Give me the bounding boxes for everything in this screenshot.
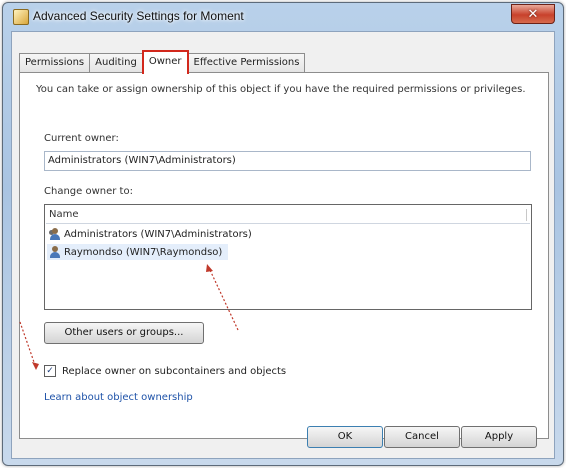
- tab-effective-permissions[interactable]: Effective Permissions: [187, 53, 306, 73]
- current-owner-label: Current owner:: [44, 133, 119, 144]
- group-icon: [49, 228, 61, 240]
- learn-ownership-link[interactable]: Learn about object ownership: [44, 392, 193, 403]
- folder-icon: [13, 9, 29, 25]
- tab-permissions[interactable]: Permissions: [19, 53, 91, 73]
- current-owner-field[interactable]: Administrators (WIN7\Administrators): [44, 151, 531, 171]
- replace-owner-label: Replace owner on subcontainers and objec…: [62, 365, 287, 377]
- list-item-administrators[interactable]: Administrators (WIN7\Administrators): [47, 226, 258, 242]
- list-column-header-name[interactable]: Name: [46, 207, 530, 224]
- ok-button[interactable]: OK: [307, 426, 383, 448]
- other-users-or-groups-button[interactable]: Other users or groups...: [44, 322, 204, 344]
- title-bar[interactable]: Advanced Security Settings for Moment ✕: [3, 3, 563, 31]
- close-button[interactable]: ✕: [511, 4, 555, 24]
- list-header-label: Name: [49, 209, 79, 220]
- list-item-raymondso[interactable]: Raymondso (WIN7\Raymondso): [47, 244, 229, 260]
- apply-button[interactable]: Apply: [461, 426, 537, 448]
- tab-auditing[interactable]: Auditing: [89, 53, 143, 73]
- tab-owner[interactable]: Owner: [141, 50, 189, 74]
- replace-owner-checkbox-row[interactable]: ✓ Replace owner on subcontainers and obj…: [44, 365, 286, 377]
- intro-text: You can take or assign ownership of this…: [36, 84, 526, 95]
- user-icon: [49, 246, 61, 258]
- replace-owner-checkbox[interactable]: ✓: [44, 365, 56, 377]
- list-item-label: Administrators (WIN7\Administrators): [64, 228, 252, 240]
- cancel-button[interactable]: Cancel: [384, 426, 460, 448]
- header-separator: [526, 209, 527, 221]
- change-owner-label: Change owner to:: [44, 186, 133, 197]
- dialog-body: Permissions Auditing Owner Effective Per…: [11, 31, 555, 459]
- security-settings-window: Advanced Security Settings for Moment ✕ …: [2, 2, 564, 466]
- window-title: Advanced Security Settings for Moment: [33, 9, 244, 23]
- owner-listbox[interactable]: Name Administrators (WIN7\Administrators…: [44, 204, 532, 310]
- list-item-label: Raymondso (WIN7\Raymondso): [64, 246, 223, 258]
- tab-strip: Permissions Auditing Owner Effective Per…: [19, 50, 306, 74]
